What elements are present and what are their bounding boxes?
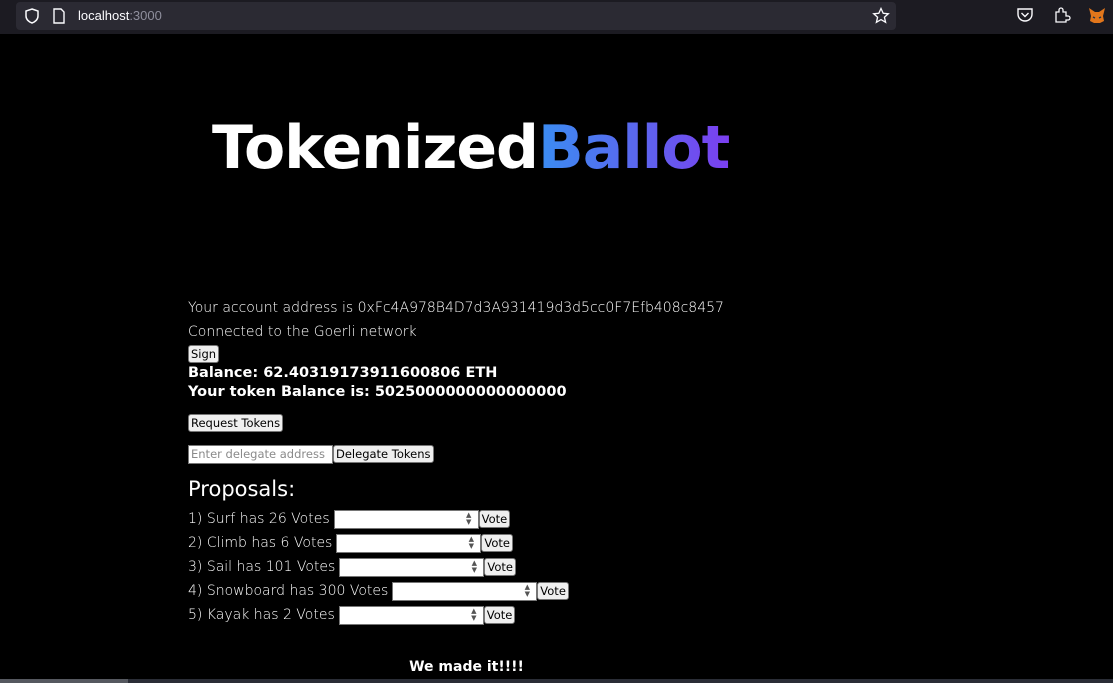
page-icon [52, 8, 66, 28]
proposal-row: 3) Sail has 101 Votes ▲ ▼ Vote [188, 555, 724, 579]
spinner-icon[interactable]: ▲ ▼ [468, 607, 480, 623]
account-address: Your account address is 0xFc4A978B4D7d3A… [188, 300, 724, 316]
vote-amount-input[interactable]: ▲ ▼ [339, 557, 485, 577]
proposal-text: 1) Surf has 26 Votes [188, 511, 330, 527]
spinner-icon[interactable]: ▲ ▼ [465, 535, 477, 551]
request-tokens-button[interactable]: Request Tokens [188, 414, 284, 432]
app-title: TokenizedBallot [212, 113, 730, 183]
proposal-text: 5) Kayak has 2 Votes [188, 607, 335, 623]
spinner-icon[interactable]: ▲ ▼ [463, 511, 475, 527]
app-page: TokenizedBallot Your account address is … [0, 34, 1113, 683]
vote-button[interactable]: Vote [484, 558, 516, 576]
proposal-row: 5) Kayak has 2 Votes ▲ ▼ Vote [188, 603, 724, 627]
vote-amount-input[interactable]: ▲ ▼ [336, 533, 482, 553]
browser-toolbar: localhost:3000 [0, 0, 1113, 34]
proposal-text: 3) Sail has 101 Votes [188, 559, 336, 575]
main-content: Your account address is 0xFc4A978B4D7d3A… [188, 296, 724, 627]
delegate-address-input[interactable] [188, 444, 333, 464]
vote-amount-input[interactable]: ▲ ▼ [338, 605, 484, 625]
proposal-row: 2) Climb has 6 Votes ▲ ▼ Vote [188, 531, 724, 555]
title-tokenized: Tokenized [212, 113, 539, 183]
proposal-text: 2) Climb has 6 Votes [188, 535, 333, 551]
vote-amount-input[interactable]: ▲ ▼ [333, 509, 479, 529]
proposals-heading: Proposals: [188, 477, 296, 501]
vote-button[interactable]: Vote [481, 534, 513, 552]
proposal-row: 4) Snowboard has 300 Votes ▲ ▼ Vote [188, 579, 724, 603]
delegate-tokens-button[interactable]: Delegate Tokens [333, 445, 434, 463]
extensions-icon[interactable] [1053, 6, 1071, 28]
title-ballot: Ballot [538, 113, 730, 183]
network-status: Connected to the Goerli network [188, 324, 417, 340]
address-bar[interactable]: localhost:3000 [16, 2, 896, 30]
spinner-icon[interactable]: ▲ ▼ [521, 583, 533, 599]
proposal-list: 1) Surf has 26 Votes ▲ ▼ Vote 2) Climb ha… [188, 507, 724, 627]
spinner-icon[interactable]: ▲ ▼ [468, 559, 480, 575]
url-text[interactable]: localhost:3000 [78, 8, 162, 23]
url-host: localhost [78, 8, 130, 23]
horizontal-scrollbar[interactable] [0, 679, 1113, 683]
shield-icon[interactable] [24, 8, 40, 28]
metamask-fox-icon[interactable] [1087, 6, 1107, 30]
scrollbar-thumb[interactable] [0, 679, 128, 683]
proposal-row: 1) Surf has 26 Votes ▲ ▼ Vote [188, 507, 724, 531]
vote-amount-input[interactable]: ▲ ▼ [392, 581, 538, 601]
vote-button[interactable]: Vote [537, 582, 569, 600]
proposal-text: 4) Snowboard has 300 Votes [188, 583, 389, 599]
bookmark-star-icon[interactable] [872, 6, 890, 29]
footer-text: We made it!!!! [409, 659, 524, 675]
pocket-icon[interactable] [1016, 6, 1034, 28]
token-balance: Your token Balance is: 50250000000000000… [188, 384, 567, 400]
vote-button[interactable]: Vote [478, 510, 511, 528]
sign-button[interactable]: Sign [188, 345, 220, 363]
eth-balance: Balance: 62.40319173911600806 ETH [188, 365, 498, 381]
vote-button[interactable]: Vote [483, 606, 516, 624]
url-port: :3000 [129, 8, 162, 23]
